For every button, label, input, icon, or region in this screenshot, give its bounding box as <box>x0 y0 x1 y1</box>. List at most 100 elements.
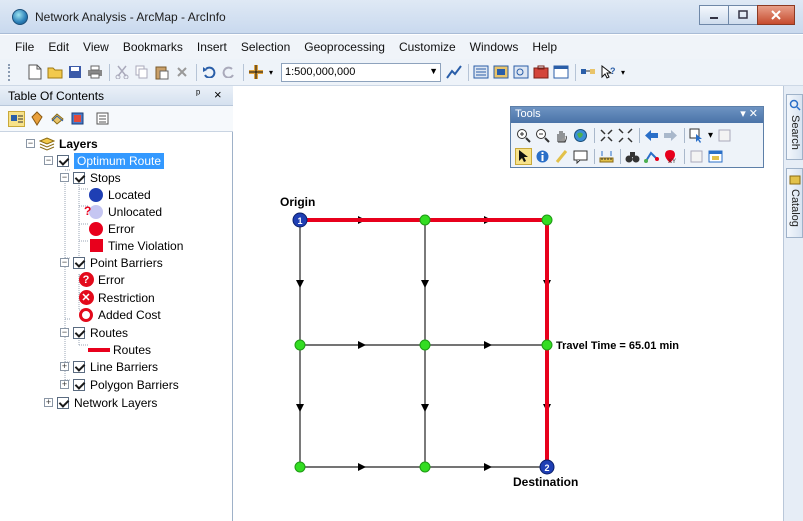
menu-geoprocessing[interactable]: Geoprocessing <box>297 40 392 54</box>
destination-stop[interactable]: 2 <box>539 459 555 475</box>
menu-insert[interactable]: Insert <box>190 40 234 54</box>
menu-help[interactable]: Help <box>525 40 564 54</box>
print-icon[interactable] <box>86 63 104 81</box>
search-dock-tab[interactable]: Search <box>786 94 803 160</box>
collapse-icon[interactable]: − <box>60 258 69 267</box>
origin-stop[interactable]: 1 <box>292 212 308 228</box>
collapse-icon[interactable]: − <box>26 139 35 148</box>
list-by-drawing-order-icon[interactable] <box>8 111 25 127</box>
routes-sublayer-row[interactable]: − Routes <box>60 324 128 341</box>
toolbar-options-icon[interactable]: ▾ <box>619 63 627 81</box>
full-extent-icon[interactable] <box>572 127 589 144</box>
find-route-icon[interactable] <box>643 148 660 165</box>
map-scale-value: 1:500,000,000 <box>285 65 356 78</box>
list-by-selection-icon[interactable] <box>70 111 87 127</box>
select-elements-arrow-icon[interactable] <box>515 147 532 165</box>
routes-visibility-checkbox[interactable] <box>73 326 85 339</box>
network-layers-row[interactable]: + Network Layers <box>44 394 157 411</box>
model-builder-icon[interactable] <box>579 63 597 81</box>
toc-options-icon[interactable] <box>95 111 112 127</box>
stops-visibility-checkbox[interactable] <box>73 171 85 184</box>
close-button[interactable] <box>757 5 795 25</box>
tools-title-bar[interactable]: Tools ▾ ✕ <box>511 107 763 123</box>
list-by-visibility-icon[interactable] <box>50 111 67 127</box>
catalog-dock-tab[interactable]: Catalog <box>786 168 803 238</box>
cut-icon[interactable] <box>113 63 131 81</box>
zoom-in-icon[interactable] <box>515 127 532 144</box>
table-of-contents-icon[interactable] <box>472 63 490 81</box>
minimize-button[interactable] <box>699 5 729 25</box>
network-layers-visibility-checkbox[interactable] <box>57 396 69 409</box>
zoom-out-icon[interactable] <box>534 127 551 144</box>
menu-customize[interactable]: Customize <box>392 40 463 54</box>
polygon-barriers-visibility-checkbox[interactable] <box>73 378 85 391</box>
find-binoculars-icon[interactable] <box>624 148 641 165</box>
tools-window-controls[interactable]: ▾ ✕ <box>740 107 758 120</box>
measure-icon[interactable] <box>598 148 615 165</box>
new-document-icon[interactable] <box>26 63 44 81</box>
catalog-window-icon[interactable] <box>492 63 510 81</box>
menu-selection[interactable]: Selection <box>234 40 297 54</box>
paste-icon[interactable] <box>153 63 171 81</box>
copy-icon[interactable] <box>133 63 151 81</box>
python-window-icon[interactable] <box>552 63 570 81</box>
tools-toolbar-window[interactable]: Tools ▾ ✕ ▾ XY <box>510 106 764 168</box>
select-features-icon[interactable] <box>688 127 705 144</box>
list-by-source-icon[interactable] <box>30 111 47 127</box>
open-folder-icon[interactable] <box>46 63 64 81</box>
hyperlink-icon[interactable] <box>553 148 570 165</box>
go-to-xy-icon[interactable]: XY <box>662 148 679 165</box>
pan-hand-icon[interactable] <box>553 127 570 144</box>
select-features-dropdown-icon[interactable]: ▾ <box>707 127 714 144</box>
expand-icon[interactable]: + <box>44 398 53 407</box>
fixed-zoom-in-icon[interactable] <box>598 127 615 144</box>
menu-edit[interactable]: Edit <box>41 40 76 54</box>
collapse-icon[interactable]: − <box>44 156 53 165</box>
collapse-icon[interactable]: − <box>60 173 69 182</box>
toolbar-grip[interactable] <box>8 64 12 81</box>
toc-close-button[interactable]: × <box>214 87 222 102</box>
menu-bookmarks[interactable]: Bookmarks <box>116 40 190 54</box>
maximize-button[interactable] <box>728 5 758 25</box>
legend-label: Added Cost <box>98 307 161 322</box>
editor-toolbar-icon[interactable] <box>445 63 463 81</box>
clear-selection-icon[interactable] <box>716 127 733 144</box>
optimum-route-layer-row[interactable]: − Optimum Route <box>44 152 165 169</box>
back-extent-icon[interactable] <box>643 127 660 144</box>
routes-label: Routes <box>90 325 129 340</box>
delete-icon[interactable] <box>173 63 191 81</box>
menu-view[interactable]: View <box>76 40 116 54</box>
html-popup-icon[interactable] <box>572 148 589 165</box>
junction-node <box>419 339 431 351</box>
unlocated-stop-symbol: ? <box>84 204 104 220</box>
stops-sublayer-row[interactable]: − Stops <box>60 169 121 186</box>
identify-icon[interactable] <box>534 148 551 165</box>
line-barriers-visibility-checkbox[interactable] <box>73 360 85 373</box>
add-data-dropdown-icon[interactable]: ▾ <box>267 63 275 81</box>
minimize-icon <box>710 17 718 19</box>
forward-extent-icon[interactable] <box>662 127 679 144</box>
point-barriers-visibility-checkbox[interactable] <box>73 256 85 269</box>
whats-this-help-icon[interactable]: ? <box>599 63 617 81</box>
line-barriers-sublayer-row[interactable]: + Line Barriers <box>60 358 158 375</box>
search-window-icon[interactable] <box>512 63 530 81</box>
fixed-zoom-out-icon[interactable] <box>617 127 634 144</box>
menu-windows[interactable]: Windows <box>463 40 526 54</box>
point-barriers-sublayer-row[interactable]: − Point Barriers <box>60 254 163 271</box>
time-slider-icon[interactable] <box>688 148 705 165</box>
redo-icon[interactable] <box>220 63 238 81</box>
menu-file[interactable]: File <box>8 40 41 54</box>
pin-icon[interactable]: ᵖ <box>196 88 200 100</box>
map-scale-dropdown[interactable]: 1:500,000,000 ▼ <box>281 62 441 82</box>
polygon-barriers-sublayer-row[interactable]: + Polygon Barriers <box>60 376 179 393</box>
undo-icon[interactable] <box>200 63 218 81</box>
expand-icon[interactable]: + <box>60 380 69 389</box>
add-data-icon[interactable] <box>247 63 265 81</box>
create-viewer-window-icon[interactable] <box>707 148 724 165</box>
arctoolbox-icon[interactable] <box>532 63 550 81</box>
layers-dataframe-row[interactable]: − Layers <box>26 135 98 152</box>
layer-visibility-checkbox[interactable] <box>57 154 69 167</box>
save-icon[interactable] <box>66 63 84 81</box>
collapse-icon[interactable]: − <box>60 328 69 337</box>
expand-icon[interactable]: + <box>60 362 69 371</box>
